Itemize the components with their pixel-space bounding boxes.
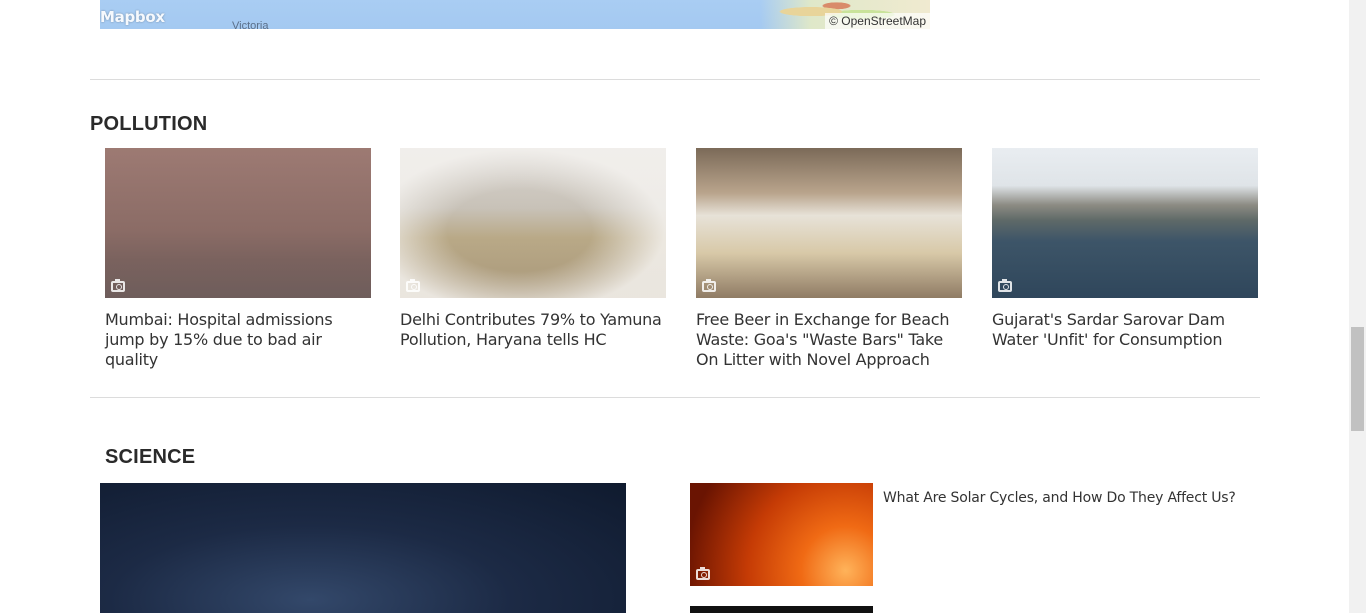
article-thumbnail[interactable] — [105, 148, 371, 298]
mapbox-logo[interactable]: Mapbox — [100, 8, 165, 26]
pollution-card[interactable]: Mumbai: Hospital admissions jump by 15% … — [105, 148, 371, 370]
camera-icon — [702, 279, 716, 292]
page: Mapbox Victoria © OpenStreetMap POLLUTIO… — [0, 0, 1349, 613]
page-scrollbar[interactable] — [1349, 0, 1366, 613]
weather-map[interactable]: Mapbox Victoria © OpenStreetMap — [100, 0, 930, 29]
section-divider — [90, 79, 1260, 80]
article-title[interactable]: Mumbai: Hospital admissions jump by 15% … — [105, 310, 371, 370]
pollution-card[interactable]: Delhi Contributes 79% to Yamuna Pollutio… — [400, 148, 666, 350]
camera-icon — [406, 279, 420, 292]
camera-icon — [111, 279, 125, 292]
article-title[interactable]: Free Beer in Exchange for Beach Waste: G… — [696, 310, 962, 370]
pollution-card[interactable]: Free Beer in Exchange for Beach Waste: G… — [696, 148, 962, 370]
camera-icon — [998, 279, 1012, 292]
map-city-label: Victoria — [232, 20, 269, 29]
science-article-thumbnail-next[interactable] — [690, 606, 873, 613]
map-attribution[interactable]: © OpenStreetMap — [825, 13, 930, 29]
article-title[interactable]: Delhi Contributes 79% to Yamuna Pollutio… — [400, 310, 666, 350]
scrollbar-thumb[interactable] — [1351, 327, 1364, 431]
section-divider — [90, 397, 1260, 398]
pollution-card[interactable]: Gujarat's Sardar Sarovar Dam Water 'Unfi… — [992, 148, 1258, 350]
science-article-thumbnail[interactable] — [690, 483, 873, 586]
science-hero-image[interactable] — [100, 483, 626, 613]
pollution-section-title[interactable]: POLLUTION — [90, 113, 207, 136]
article-thumbnail[interactable] — [696, 148, 962, 298]
science-article-title[interactable]: What Are Solar Cycles, and How Do They A… — [883, 489, 1236, 507]
science-section-title[interactable]: SCIENCE — [105, 446, 195, 469]
article-title[interactable]: Gujarat's Sardar Sarovar Dam Water 'Unfi… — [992, 310, 1258, 350]
article-thumbnail[interactable] — [992, 148, 1258, 298]
article-thumbnail[interactable] — [400, 148, 666, 298]
camera-icon — [696, 567, 710, 580]
